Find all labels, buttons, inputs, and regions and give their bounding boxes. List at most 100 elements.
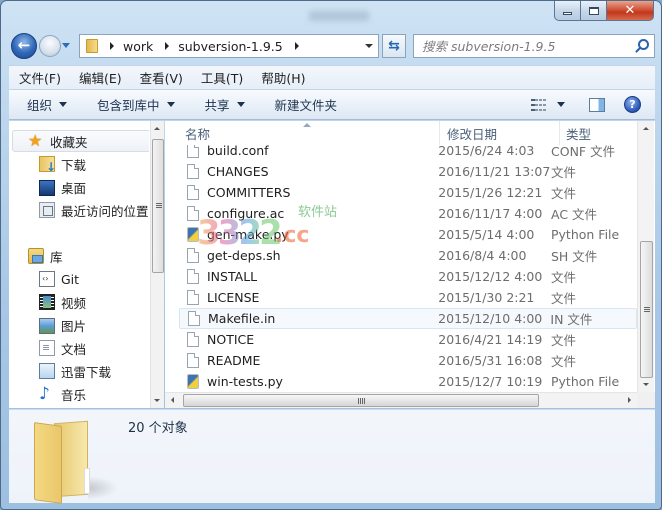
downloads-icon	[39, 156, 56, 174]
forward-button[interactable]	[39, 35, 61, 57]
menu-view[interactable]: 查看(V)	[130, 68, 191, 87]
video-icon	[39, 294, 55, 310]
vertical-scrollbar[interactable]	[637, 121, 654, 392]
file-row[interactable]: LICENSE 2015/1/30 2:21 文件	[179, 287, 637, 308]
file-row[interactable]: INSTALL 2015/12/12 4:00 文件	[179, 266, 637, 287]
sidebar-item-downloads[interactable]: 下载	[39, 153, 86, 175]
preview-pane-icon[interactable]	[589, 97, 605, 112]
breadcrumb-subversion[interactable]: subversion-1.9.5	[178, 39, 282, 54]
desktop-icon	[39, 180, 55, 196]
horizontal-scrollbar[interactable]	[165, 392, 637, 408]
sidebar-item-desktop[interactable]: 桌面	[39, 176, 86, 198]
scrollbar-thumb[interactable]	[152, 139, 164, 273]
file-row[interactable]: README 2016/5/31 16:08 文件	[179, 350, 637, 371]
back-button[interactable]: ←	[11, 33, 37, 59]
close-icon: ✕	[624, 3, 636, 18]
scroll-up-icon[interactable]	[154, 127, 160, 130]
sidebar-item-documents[interactable]: 文档	[39, 337, 86, 359]
file-row[interactable]: Makefile.in 2015/12/10 4:00 IN 文件	[179, 308, 637, 329]
breadcrumb-separator-icon[interactable]	[110, 42, 114, 50]
sidebar-item-music[interactable]: ♪ 音乐	[39, 383, 86, 405]
share-button[interactable]: 共享	[205, 95, 245, 114]
thunder-download-icon	[39, 363, 55, 379]
details-pane: 20 个对象	[9, 409, 655, 504]
sidebar-item-git[interactable]: Git	[39, 268, 79, 290]
caption-buttons: ✕	[554, 1, 654, 21]
sidebar-item-thunder-downloads[interactable]: 迅雷下载	[39, 360, 111, 382]
sidebar-libraries[interactable]: 库	[12, 245, 149, 267]
change-view-icon[interactable]	[531, 98, 547, 111]
recent-pages-dropdown[interactable]	[62, 43, 70, 48]
view-options-dropdown[interactable]	[557, 102, 565, 107]
column-header-date[interactable]: 修改日期	[440, 121, 560, 145]
file-date: 2015/12/10 4:00	[438, 311, 543, 326]
grip-icon	[644, 306, 650, 313]
maximize-button[interactable]	[581, 1, 607, 21]
file-date: 2015/1/26 12:21	[438, 185, 543, 200]
file-name: NOTICE	[207, 332, 255, 347]
column-header-type[interactable]: 类型	[560, 121, 640, 145]
scrollbar-thumb[interactable]	[183, 394, 539, 407]
sidebar-item-videos[interactable]: 视频	[39, 291, 86, 313]
organize-label: 组织	[27, 98, 53, 113]
search-input[interactable]	[414, 35, 624, 57]
file-row[interactable]: CHANGES 2016/11/21 13:07 文件	[179, 161, 637, 182]
scroll-right-icon[interactable]	[628, 397, 631, 403]
scrollbar-thumb[interactable]	[640, 241, 653, 378]
scroll-down-icon[interactable]	[154, 399, 160, 402]
file-date: 2015/12/7 10:19	[438, 374, 543, 389]
new-folder-label: 新建文件夹	[274, 98, 338, 113]
menu-tools[interactable]: 工具(T)	[191, 68, 251, 87]
file-icon	[187, 145, 199, 158]
file-row[interactable]: win-tests.py 2015/12/7 10:19 Python File	[179, 371, 637, 392]
file-row[interactable]: COMMITTERS 2015/1/26 12:21 文件	[179, 182, 637, 203]
search-icon[interactable]	[638, 39, 649, 50]
navigation-pane: ★ 收藏夹 下载 桌面 最近访问的位置 库 Git	[9, 121, 164, 408]
recent-places-icon	[39, 202, 55, 218]
scroll-up-icon[interactable]	[643, 127, 649, 130]
file-row[interactable]: configure.ac 2016/11/17 4:00 AC 文件	[179, 203, 637, 224]
file-icon	[188, 311, 200, 326]
search-box[interactable]	[413, 34, 655, 58]
file-name: CHANGES	[207, 164, 269, 179]
close-button[interactable]: ✕	[607, 1, 654, 21]
python-file-icon	[187, 374, 199, 389]
file-date: 2015/1/30 2:21	[438, 290, 535, 305]
sidebar-item-recent-places[interactable]: 最近访问的位置	[39, 199, 149, 221]
navigation-scrollbar[interactable]	[150, 121, 164, 408]
file-row[interactable]: build.conf 2015/6/24 4:03 CONF 文件	[179, 145, 637, 161]
menu-help[interactable]: 帮助(H)	[251, 68, 313, 87]
file-row[interactable]: get-deps.sh 2016/8/4 4:00 SH 文件	[179, 245, 637, 266]
file-name: README	[207, 353, 261, 368]
sidebar-item-pictures[interactable]: 图片	[39, 314, 86, 336]
file-type: 文件	[551, 291, 577, 306]
breadcrumb-separator-icon[interactable]	[165, 42, 170, 50]
minimize-button[interactable]	[554, 1, 581, 21]
scroll-down-icon[interactable]	[643, 383, 649, 386]
include-in-library-button[interactable]: 包含到库中	[97, 95, 175, 114]
address-bar[interactable]: work subversion-1.9.5	[79, 34, 379, 58]
maximize-icon	[588, 6, 599, 15]
navigation-tree: ★ 收藏夹 下载 桌面 最近访问的位置 库 Git	[9, 121, 149, 408]
scroll-left-icon[interactable]	[171, 397, 174, 403]
help-icon[interactable]: ?	[624, 96, 641, 113]
refresh-button[interactable]: ⇆	[382, 34, 406, 58]
file-icon	[187, 290, 199, 305]
organize-button[interactable]: 组织	[27, 95, 68, 114]
column-header-name[interactable]: 名称	[165, 121, 440, 145]
chevron-down-icon	[166, 102, 175, 107]
chevron-down-icon	[59, 102, 68, 107]
sidebar-favorites[interactable]: ★ 收藏夹	[12, 130, 149, 152]
file-row[interactable]: gen-make.py 2015/5/14 4:00 Python File	[179, 224, 637, 245]
address-dropdown[interactable]	[360, 35, 378, 57]
breadcrumb-separator-icon[interactable]	[294, 42, 299, 50]
file-type: IN 文件	[550, 312, 593, 327]
breadcrumb-work[interactable]: work	[123, 39, 153, 54]
scrollbar-corner	[637, 392, 655, 408]
sidebar-item-label: 迅雷下载	[61, 364, 112, 380]
file-row[interactable]: NOTICE 2016/4/21 14:19 文件	[179, 329, 637, 350]
menu-file[interactable]: 文件(F)	[9, 68, 69, 87]
file-name: configure.ac	[207, 206, 285, 221]
new-folder-button[interactable]: 新建文件夹	[275, 95, 338, 114]
menu-edit[interactable]: 编辑(E)	[69, 68, 130, 87]
